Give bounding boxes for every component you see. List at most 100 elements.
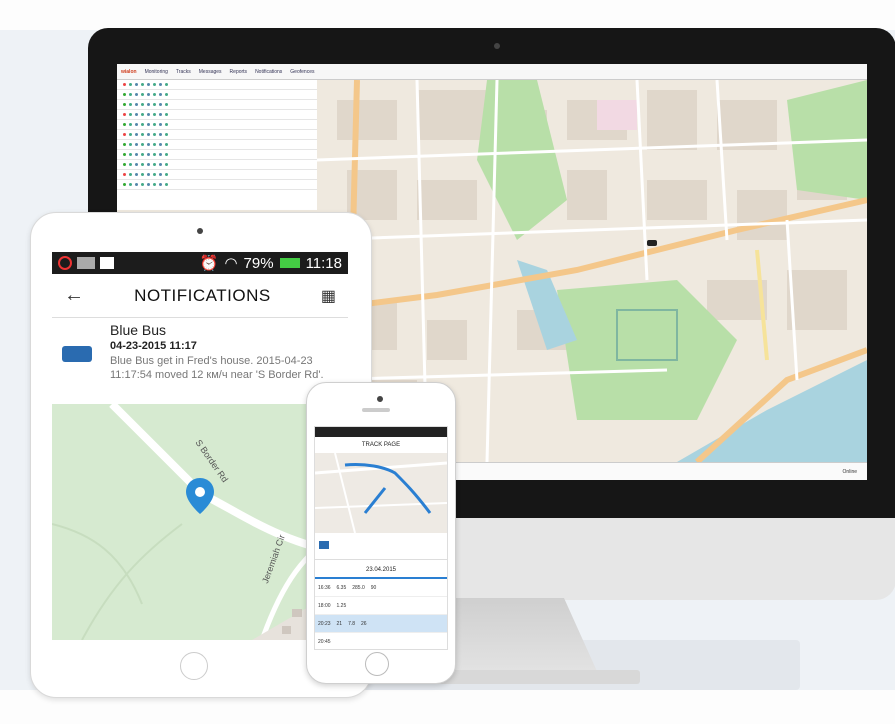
unit-status-icon <box>165 133 168 136</box>
unit-status-icon <box>135 183 138 186</box>
unit-row[interactable] <box>117 140 317 150</box>
unit-status-icon <box>153 93 156 96</box>
unit-status-icon <box>135 163 138 166</box>
tablet-home-button[interactable] <box>180 652 208 680</box>
bus-icon <box>62 346 92 362</box>
unit-status-icon <box>129 113 132 116</box>
unit-status-icon <box>129 173 132 176</box>
unit-status-icon <box>159 83 162 86</box>
unit-status-icon <box>135 173 138 176</box>
tablet-appbar: ← NOTIFICATIONS ▦ <box>52 274 348 318</box>
nav-item-geofences[interactable]: Geofences <box>290 69 314 75</box>
nav-item-notifications[interactable]: Notifications <box>255 69 282 75</box>
unit-status-icon <box>135 153 138 156</box>
unit-status-icon <box>165 163 168 166</box>
unit-status-icon <box>141 123 144 126</box>
phone-map[interactable] <box>315 453 447 533</box>
unit-status-icon <box>123 173 126 176</box>
unit-status-icon <box>135 103 138 106</box>
unit-status-icon <box>153 133 156 136</box>
phone-speaker <box>362 408 390 412</box>
tablet-statusbar: ⏰ ◠ 79% 11:18 <box>52 252 348 274</box>
keyboard-icon <box>77 257 95 269</box>
unit-status-icon <box>141 173 144 176</box>
desktop-toolbar: wialon Monitoring Tracks Messages Report… <box>117 64 867 80</box>
unit-status-icon <box>129 83 132 86</box>
nav-item-reports[interactable]: Reports <box>230 69 248 75</box>
phone-cell-a: 6.35 <box>336 584 347 591</box>
unit-status-icon <box>165 183 168 186</box>
unit-status-icon <box>123 163 126 166</box>
unit-status-icon <box>141 163 144 166</box>
phone-track-row[interactable]: 20:23 21 7.8 26 <box>315 615 447 633</box>
battery-icon <box>279 258 300 268</box>
unit-status-icon <box>165 143 168 146</box>
phone-screen: TRACK PAGE 23.04.2015 16:36 6.35 285.0 90 18… <box>314 426 448 650</box>
unit-status-icon <box>147 143 150 146</box>
unit-row[interactable] <box>117 100 317 110</box>
notification-card[interactable]: Blue Bus 04-23-2015 11:17 Blue Bus get i… <box>52 318 348 404</box>
phone-bus-icon <box>319 541 329 549</box>
phone-home-button[interactable] <box>365 652 389 676</box>
monitor-camera-icon <box>494 43 500 49</box>
tablet-camera-icon <box>197 228 203 234</box>
unit-status-icon <box>141 183 144 186</box>
unit-row[interactable] <box>117 90 317 100</box>
unit-status-icon <box>147 103 150 106</box>
back-arrow-icon[interactable]: ← <box>64 284 84 307</box>
unit-status-icon <box>135 143 138 146</box>
unit-row[interactable] <box>117 110 317 120</box>
phone-track-row[interactable]: 18:00 1.25 <box>315 597 447 615</box>
unit-status-icon <box>141 83 144 86</box>
phone-track-row[interactable]: 16:36 6.35 285.0 90 <box>315 579 447 597</box>
unit-row[interactable] <box>117 130 317 140</box>
phone-track-row[interactable]: 20:45 <box>315 633 447 649</box>
unit-status-icon <box>123 113 126 116</box>
map-icon[interactable]: ▦ <box>321 286 336 306</box>
unit-status-icon <box>159 183 162 186</box>
unit-row[interactable] <box>117 80 317 90</box>
unit-status-icon <box>123 103 126 106</box>
unit-row[interactable] <box>117 160 317 170</box>
nav-item-tracks[interactable]: Tracks <box>176 69 191 75</box>
unit-status-icon <box>135 83 138 86</box>
unit-status-icon <box>153 183 156 186</box>
unit-status-icon <box>123 183 126 186</box>
nav-item-messages[interactable]: Messages <box>199 69 222 75</box>
phone-cell-c: 90 <box>370 584 377 591</box>
unit-status-icon <box>135 93 138 96</box>
unit-status-icon <box>165 83 168 86</box>
unit-status-icon <box>153 153 156 156</box>
unit-row[interactable] <box>117 150 317 160</box>
battery-percent: 79% <box>243 254 274 272</box>
unit-status-icon <box>147 163 150 166</box>
unit-status-icon <box>159 173 162 176</box>
unit-status-icon <box>123 123 126 126</box>
unit-row[interactable] <box>117 180 317 190</box>
unit-status-icon <box>147 173 150 176</box>
unit-status-icon <box>159 143 162 146</box>
unit-status-icon <box>153 123 156 126</box>
phone-cell-time: 20:45 <box>318 638 331 645</box>
phone-cell-b: 285.0 <box>352 584 365 591</box>
nav-item-monitoring[interactable]: Monitoring <box>145 69 168 75</box>
unit-status-icon <box>123 153 126 156</box>
unit-status-icon <box>135 133 138 136</box>
phone-cell-c: 26 <box>361 620 367 627</box>
unit-status-icon <box>123 143 126 146</box>
wifi-icon: ◠ <box>224 255 238 272</box>
phone-cell-a: 1.25 <box>336 602 347 609</box>
unit-status-icon <box>129 143 132 146</box>
tablet-map[interactable]: S Border Rd Jeremiah Cir <box>52 401 348 640</box>
unit-status-icon <box>159 153 162 156</box>
unit-status-icon <box>165 93 168 96</box>
unit-status-icon <box>159 163 162 166</box>
unit-status-icon <box>165 173 168 176</box>
unit-status-icon <box>153 163 156 166</box>
phone-cell-b: 7.8 <box>348 620 356 627</box>
unit-status-icon <box>147 133 150 136</box>
unit-row[interactable] <box>117 170 317 180</box>
unit-status-icon <box>159 123 162 126</box>
unit-status-icon <box>129 93 132 96</box>
unit-row[interactable] <box>117 120 317 130</box>
